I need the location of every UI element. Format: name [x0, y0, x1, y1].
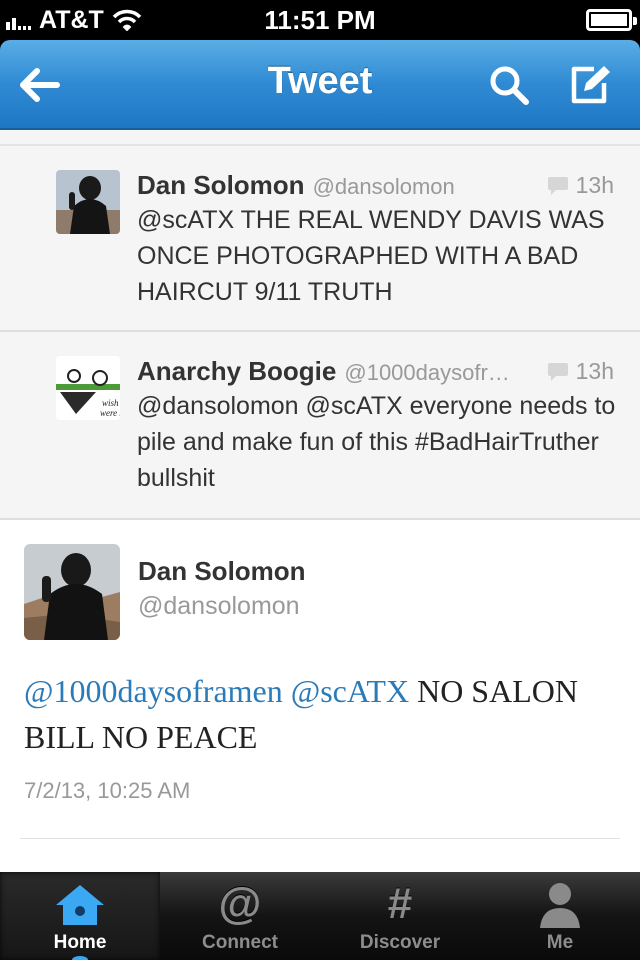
clock: 11:51 PM	[264, 5, 376, 35]
compose-icon	[571, 66, 610, 104]
tab-connect[interactable]: @ Connect	[160, 872, 320, 960]
hash-icon: #	[387, 879, 413, 928]
main-tweet-text: @1000daysoframen @scATX NO SALON BILL NO…	[24, 668, 614, 760]
author-display-name: Dan Solomon	[138, 556, 306, 586]
home-icon-wrap	[0, 880, 160, 928]
tab-label: Me	[546, 932, 574, 953]
avatar-caption: wish you	[102, 398, 120, 408]
hash-icon-wrap: #	[320, 880, 480, 928]
timestamp: 13h	[575, 358, 614, 384]
author-name: Anarchy Boogie @1000daysofr…	[137, 356, 510, 387]
page-title: Tweet	[267, 60, 373, 102]
author-handle: @dansolomon	[312, 174, 455, 199]
person-icon	[540, 883, 580, 928]
tab-home[interactable]: Home	[0, 872, 160, 960]
search-button[interactable]	[484, 60, 534, 110]
mention-link[interactable]: @scATX	[291, 673, 409, 709]
tab-label: Connect	[202, 932, 278, 953]
battery-icon	[586, 9, 637, 31]
tweet-detail: Dan Solomon @dansolomon 13h @scATX THE RE…	[0, 130, 640, 872]
author-name: Dan Solomon @dansolomon	[137, 170, 455, 201]
at-icon-wrap: @	[160, 880, 320, 928]
reply-meta: 13h	[546, 172, 614, 199]
timestamp: 13h	[575, 172, 614, 198]
author-display-name: Dan Solomon	[137, 170, 305, 200]
tab-me[interactable]: Me	[480, 872, 640, 960]
author-handle: @1000daysofr…	[344, 360, 510, 385]
tab-discover[interactable]: # Discover	[320, 872, 480, 960]
avatar-caption: were here	[100, 408, 120, 418]
home-icon	[56, 885, 104, 925]
reply-bubble-icon	[547, 176, 568, 195]
status-bar: AT&T 11:51 PM	[0, 0, 640, 40]
person-icon-wrap	[480, 880, 640, 928]
tab-label: Discover	[359, 932, 441, 953]
reply-meta: 13h	[546, 358, 614, 385]
search-icon	[490, 66, 529, 105]
author-handle: @dansolomon	[138, 592, 300, 620]
list-top-divider	[0, 130, 640, 146]
divider	[20, 838, 620, 839]
tweet-text: @dansolomon @scATX everyone needs to pil…	[137, 392, 616, 492]
main-avatar[interactable]	[24, 544, 120, 640]
navigation-bar: Tweet	[0, 40, 640, 130]
reply-tweet[interactable]: Dan Solomon @dansolomon 13h @scATX THE RE…	[0, 146, 640, 332]
avatar[interactable]	[56, 170, 120, 234]
reply-bubble-icon	[547, 362, 568, 381]
avatar[interactable]: wish you were here	[56, 356, 120, 420]
mention-link[interactable]: @1000daysoframen	[24, 673, 283, 709]
main-tweet-timestamp: 7/2/13, 10:25 AM	[24, 778, 191, 803]
tweet-text: @scATX THE REAL WENDY DAVIS WAS ONCE PHO…	[137, 206, 605, 306]
reply-tweet[interactable]: wish you were here Anarchy Boogie @1000da…	[0, 332, 640, 520]
tab-bar: Home @ Connect # Discover Me	[0, 872, 640, 960]
reply-list: Dan Solomon @dansolomon 13h @scATX THE RE…	[0, 130, 640, 520]
tab-label: Home	[53, 932, 107, 953]
author-display-name: Anarchy Boogie	[137, 356, 337, 386]
compose-button[interactable]	[566, 60, 616, 110]
at-icon: @	[218, 879, 262, 928]
